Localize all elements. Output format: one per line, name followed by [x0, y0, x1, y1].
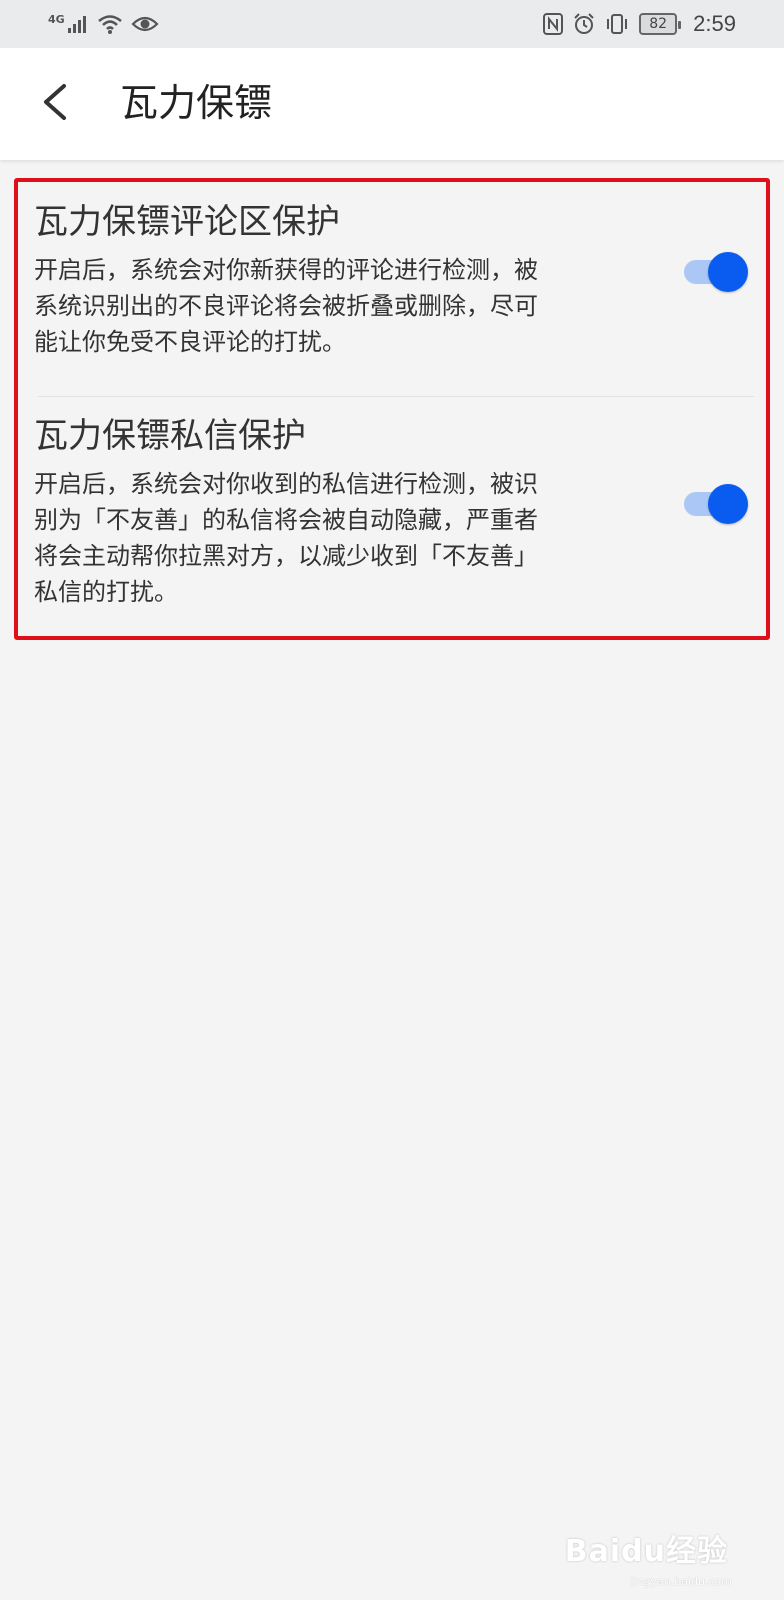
status-bar: 4G 82 2:59 — [0, 0, 784, 48]
eye-icon — [131, 16, 159, 32]
setting-title: 瓦力保镖私信保护 — [34, 416, 306, 456]
desc-line: 能让你免受不良评论的打扰。 — [34, 328, 346, 356]
alarm-icon — [574, 13, 594, 34]
toggle-thumb — [708, 484, 748, 524]
desc-line: 私信的打扰。 — [34, 578, 178, 606]
desc-line: 开启后，系统会对你新获得的评论进行检测，被 — [34, 256, 538, 284]
app-bar: 瓦力保镖 — [0, 48, 784, 160]
desc-line: 系统识别出的不良评论将会被折叠或删除，尽可 — [34, 292, 538, 320]
network-type: 4G — [48, 12, 65, 26]
comment-protection-toggle[interactable] — [684, 250, 748, 292]
setting-comment-protection: 瓦力保镖评论区保护 开启后，系统会对你新获得的评论进行检测，被 系统识别出的不良… — [18, 192, 766, 397]
status-left: 4G — [48, 10, 159, 38]
battery-level: 82 — [649, 16, 668, 32]
setting-title: 瓦力保镖评论区保护 — [34, 202, 340, 242]
watermark-url: jingyan.baidu.com — [630, 1575, 732, 1588]
message-protection-toggle[interactable] — [684, 482, 748, 524]
battery-icon: 82 — [639, 13, 682, 35]
page-title: 瓦力保镖 — [120, 81, 273, 125]
back-button[interactable] — [36, 78, 80, 126]
status-right: 82 2:59 — [543, 10, 736, 38]
settings-card: 瓦力保镖评论区保护 开启后，系统会对你新获得的评论进行检测，被 系统识别出的不良… — [14, 178, 770, 640]
nfc-icon — [543, 13, 564, 35]
wifi-icon — [97, 15, 122, 34]
watermark-brand: Baidu经验 — [564, 1534, 728, 1569]
setting-description: 开启后，系统会对你收到的私信进行检测，被识 别为「不友善」的私信将会被自动隐藏，… — [34, 466, 614, 610]
signal-icon — [67, 16, 86, 33]
vibrate-icon — [607, 14, 628, 34]
clock: 2:59 — [693, 11, 736, 36]
setting-message-protection: 瓦力保镖私信保护 开启后，系统会对你收到的私信进行检测，被识 别为「不友善」的私… — [18, 414, 766, 634]
desc-line: 开启后，系统会对你收到的私信进行检测，被识 — [34, 470, 538, 498]
chevron-left-icon — [44, 84, 66, 120]
desc-line: 别为「不友善」的私信将会被自动隐藏，严重者 — [34, 506, 538, 534]
toggle-thumb — [708, 252, 748, 292]
setting-description: 开启后，系统会对你新获得的评论进行检测，被 系统识别出的不良评论将会被折叠或删除… — [34, 252, 614, 360]
divider — [38, 396, 754, 397]
desc-line: 将会主动帮你拉黑对方，以减少收到「不友善」 — [34, 542, 538, 570]
